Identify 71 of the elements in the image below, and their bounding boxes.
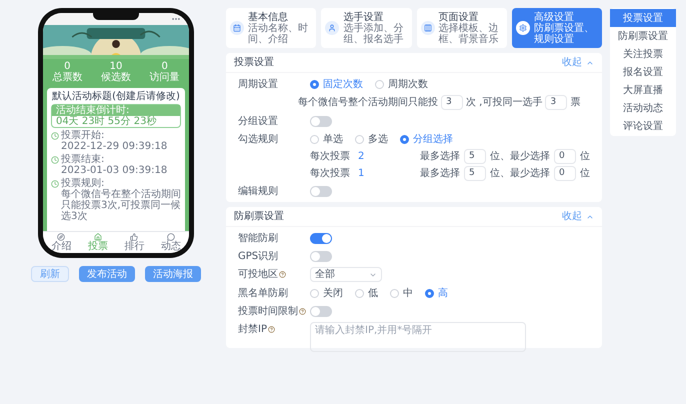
field-label: 智能防刷: [238, 232, 278, 246]
step-card[interactable]: 高级设置 防刷票设置、规则设置: [512, 8, 602, 48]
field-label: 黑名单防刷: [238, 286, 288, 300]
radio-option[interactable]: 中: [390, 286, 413, 300]
number-field[interactable]: 0: [554, 149, 576, 164]
group-label: 每次投票: [310, 150, 350, 164]
menu-item[interactable]: 活动动态: [610, 99, 676, 117]
radio-option[interactable]: 关闭: [310, 286, 343, 300]
max-label: 最多选择: [420, 166, 460, 181]
menu-item[interactable]: 防刷票设置: [610, 27, 676, 45]
panel-title: 防刷票设置: [234, 210, 284, 224]
group-count: 1: [358, 167, 364, 181]
stat-value: 0: [64, 61, 71, 72]
min-label: 位、最少选择: [490, 150, 550, 164]
stat-value: 0: [161, 61, 168, 72]
group-label: 每次投票: [310, 166, 350, 181]
nav-tab[interactable]: 排行: [124, 233, 144, 252]
number-field[interactable]: 5: [464, 166, 486, 181]
field-label: 封禁IP: [238, 322, 267, 337]
radio-option[interactable]: 单选: [310, 132, 343, 146]
step-card[interactable]: 选手设置 选手添加、分组、报名选手: [321, 8, 412, 48]
info-value: 每个微信号在整个活动期间只能投票3次,可投票同一候选3次: [60, 189, 181, 222]
stat-label: 访问量: [150, 72, 180, 83]
countdown-label: 活动结束倒计时:: [52, 105, 180, 116]
nav-tab[interactable]: 动态: [160, 233, 181, 252]
field-label: GPS识别: [238, 250, 278, 264]
limit-text: 次 ,可投同一选手: [466, 96, 542, 110]
nav-tab[interactable]: 介绍: [51, 233, 72, 252]
activity-title: 默认活动标题(创建后请修改): [51, 91, 181, 102]
menu-item[interactable]: 关注投票: [610, 45, 676, 63]
info-label: 投票规则:: [61, 178, 104, 189]
radio-option[interactable]: 周期次数: [375, 76, 428, 92]
stat-label: 候选数: [100, 72, 131, 83]
group-count: 2: [358, 150, 364, 164]
number-field[interactable]: 0: [554, 166, 576, 181]
stat-value: 10: [110, 61, 122, 72]
stat-label: 总票数: [52, 72, 82, 83]
number-field[interactable]: 3: [545, 95, 568, 110]
field-label: 周期设置: [238, 78, 278, 92]
field-label: 编辑规则: [238, 184, 278, 198]
unit-label: 位: [580, 167, 590, 181]
info-label: 投票结束:: [61, 154, 104, 165]
ip-field[interactable]: 请输入封禁IP,并用*号隔开: [310, 322, 526, 352]
radio-option[interactable]: 固定次数: [310, 76, 363, 92]
radio-option[interactable]: 分组选择: [400, 132, 453, 146]
region-select[interactable]: 全部: [310, 267, 382, 282]
field-label: 勾选规则: [238, 132, 278, 146]
menu-item[interactable]: 报名设置: [610, 63, 676, 81]
limit-text: 票: [570, 96, 580, 110]
field-label: 投票时间限制: [238, 304, 298, 318]
min-label: 位、最少选择: [490, 166, 550, 181]
menu-item[interactable]: 评论设置: [610, 117, 676, 135]
field-label: 分组设置: [238, 114, 278, 128]
menu-item[interactable]: 大屏直播: [610, 81, 676, 99]
limit-text: 每个微信号整个活动期间只能投: [298, 96, 438, 110]
number-field[interactable]: 3: [441, 95, 463, 110]
panel-title: 投票设置: [234, 56, 274, 70]
step-card[interactable]: 基本信息 活动名称、时间、介绍: [226, 8, 316, 48]
step-card[interactable]: 页面设置 选择模板、边框、背景音乐: [416, 8, 507, 48]
info-value: 2022-12-29 09:39:18: [60, 141, 168, 152]
radio-option[interactable]: 多选: [355, 132, 388, 146]
radio-option[interactable]: 低: [355, 286, 378, 300]
max-label: 最多选择: [420, 150, 460, 164]
radio-option[interactable]: 高: [425, 286, 448, 300]
field-label: 可投地区: [238, 268, 278, 282]
info-value: 2023-01-03 09:39:18: [60, 165, 168, 176]
countdown-time: 04天 23时 55分 23秒: [55, 116, 158, 127]
info-label: 投票开始:: [61, 130, 104, 141]
menu-item[interactable]: 投票设置: [610, 9, 676, 27]
unit-label: 位: [580, 150, 590, 164]
number-field[interactable]: 5: [464, 149, 486, 164]
